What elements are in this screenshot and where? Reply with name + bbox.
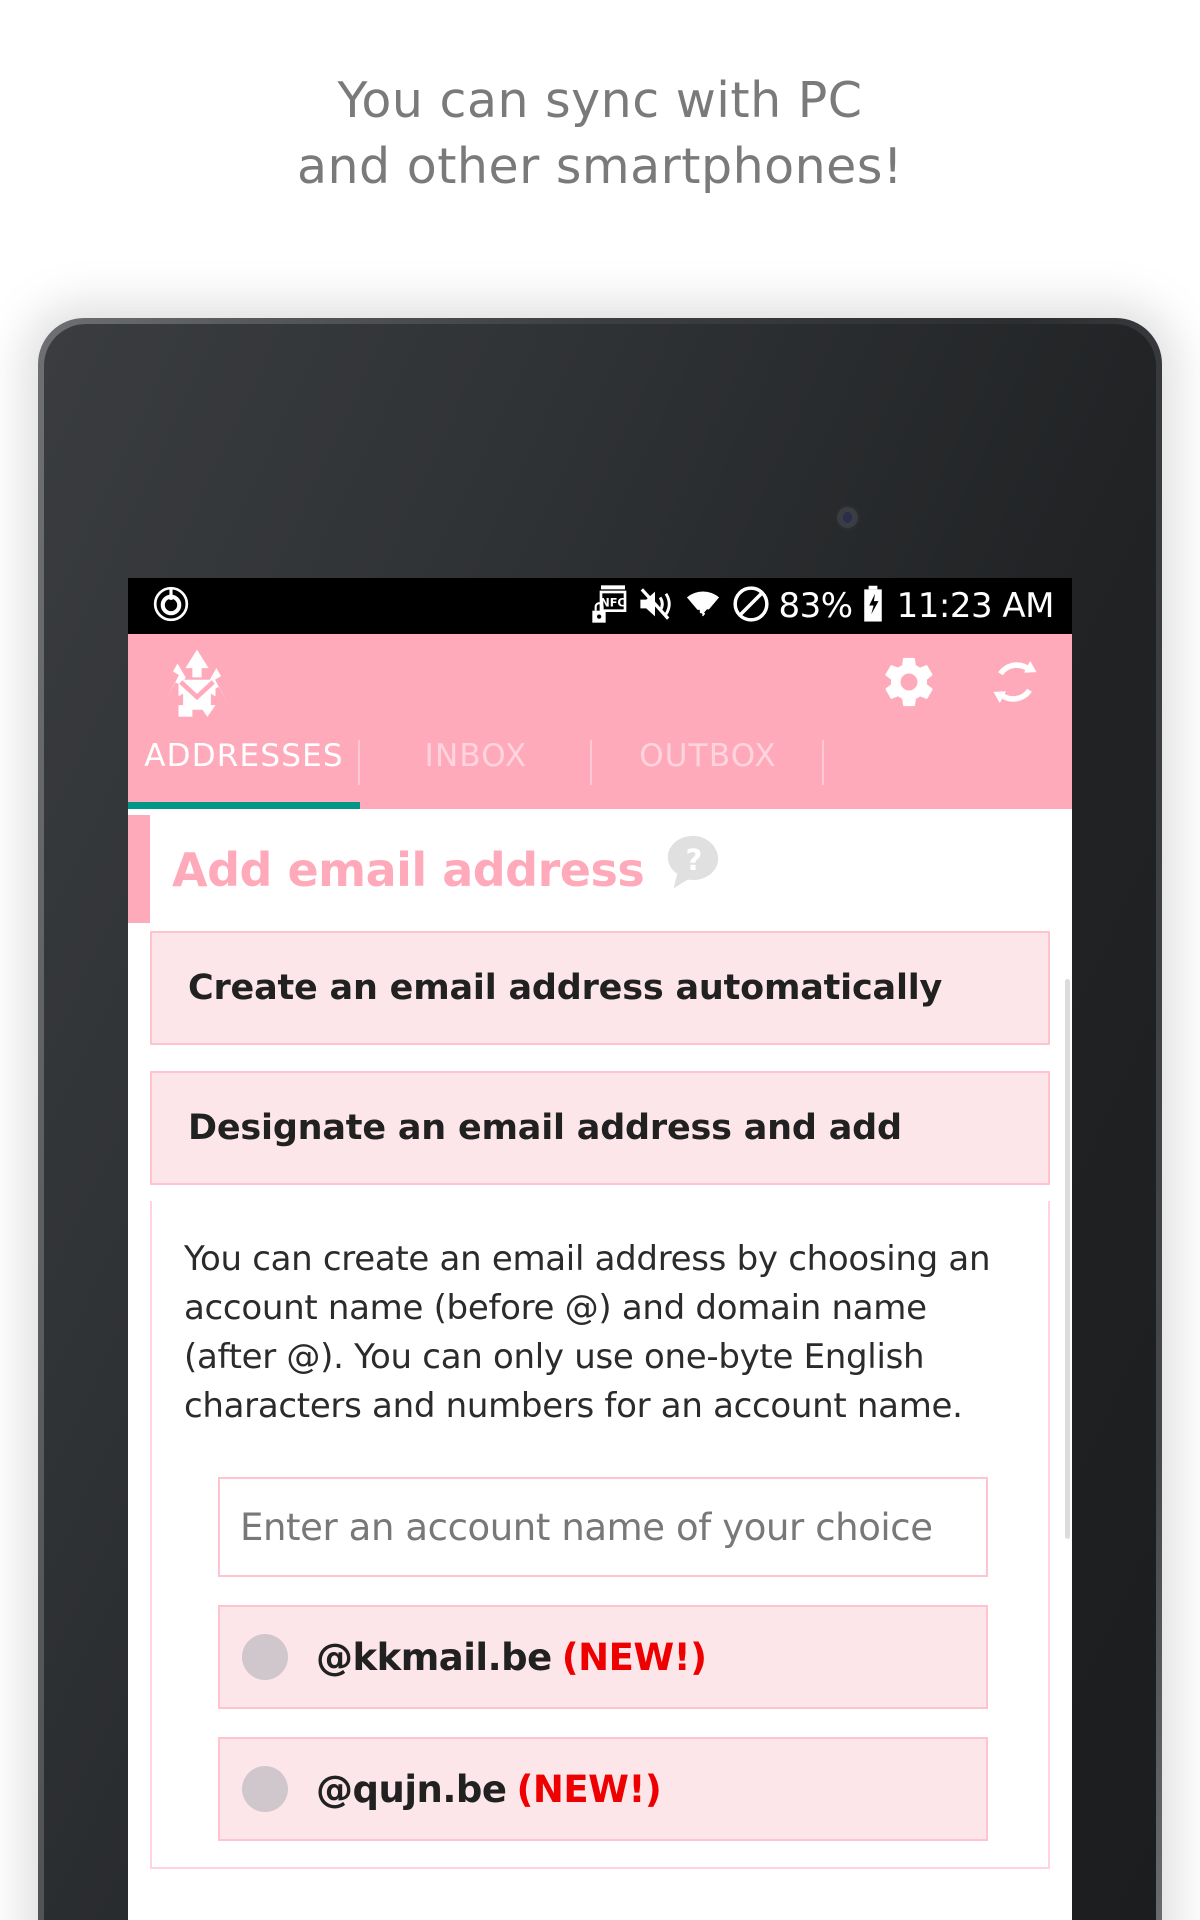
help-question-bubble-icon[interactable]: ? xyxy=(662,832,724,894)
battery-charging-icon xyxy=(862,585,884,627)
tab-bar: ADDRESSES INBOX OUTBOX xyxy=(128,730,1072,809)
vibrate-mute-icon xyxy=(636,585,674,627)
tab-addresses-label: ADDRESSES xyxy=(144,738,344,774)
promo-headline: You can sync with PC and other smartphon… xyxy=(0,68,1200,200)
description-text: You can create an email address by choos… xyxy=(184,1239,991,1426)
domain-name: @qujn.be xyxy=(316,1767,507,1811)
domain-option-label: @kkmail.be (NEW!) xyxy=(316,1636,707,1679)
account-name-placeholder: Enter an account name of your choice xyxy=(240,1505,933,1549)
section-header: Add email address ? xyxy=(128,809,1072,931)
domain-option-qujn[interactable]: @qujn.be (NEW!) xyxy=(218,1737,988,1841)
status-bar: NFC 83% 11:23 AM xyxy=(128,578,1072,634)
app-bar-actions xyxy=(880,653,1044,711)
gear-icon[interactable] xyxy=(880,653,938,711)
account-name-input[interactable]: Enter an account name of your choice xyxy=(218,1477,988,1577)
create-address-automatically-button[interactable]: Create an email address automatically xyxy=(150,931,1050,1045)
tab-outbox[interactable]: OUTBOX xyxy=(592,730,824,809)
content-area: Add email address ? Create an email addr… xyxy=(128,809,1072,1920)
description-panel: You can create an email address by choos… xyxy=(150,1201,1050,1869)
front-camera-icon xyxy=(835,505,860,530)
phone-screen: NFC 83% 11:23 AM ADDRESSES INBOX OUTBOX … xyxy=(128,578,1072,1920)
battery-percent-label: 83% xyxy=(778,586,854,626)
domain-option-kkmail[interactable]: @kkmail.be (NEW!) xyxy=(218,1605,988,1709)
svg-text:?: ? xyxy=(686,843,703,877)
tab-inbox[interactable]: INBOX xyxy=(360,730,592,809)
page-title: Add email address xyxy=(172,843,645,897)
recycle-mail-icon[interactable] xyxy=(160,645,234,719)
promo-line-1: You can sync with PC xyxy=(337,72,863,129)
tab-divider xyxy=(822,740,824,785)
power-sync-icon xyxy=(152,585,190,627)
do-not-disturb-icon xyxy=(732,585,770,627)
tab-outbox-label: OUTBOX xyxy=(639,738,777,774)
tab-inbox-label: INBOX xyxy=(424,738,528,774)
designate-address-label: Designate an email address and add xyxy=(188,1108,902,1148)
status-bar-right: NFC 83% 11:23 AM xyxy=(591,584,1055,628)
domain-option-label: @qujn.be (NEW!) xyxy=(316,1767,662,1811)
tab-addresses[interactable]: ADDRESSES xyxy=(128,730,360,809)
app-bar xyxy=(128,634,1072,730)
wifi-icon xyxy=(683,585,723,627)
content-scrollbar[interactable] xyxy=(1065,979,1070,1539)
status-bar-clock: 11:23 AM xyxy=(896,586,1055,626)
section-accent-bar xyxy=(128,815,150,923)
domain-new-badge: (NEW!) xyxy=(516,1767,662,1811)
domain-name: @kkmail.be xyxy=(316,1635,552,1679)
create-address-automatically-label: Create an email address automatically xyxy=(188,968,943,1008)
radio-button-icon[interactable] xyxy=(242,1766,288,1812)
sync-refresh-icon[interactable] xyxy=(986,653,1044,711)
promo-line-2: and other smartphones! xyxy=(296,138,904,195)
status-bar-left xyxy=(152,585,190,627)
domain-new-badge: (NEW!) xyxy=(561,1635,707,1679)
designate-address-button[interactable]: Designate an email address and add xyxy=(150,1071,1050,1185)
nfc-lock-icon: NFC xyxy=(591,584,627,628)
svg-text:NFC: NFC xyxy=(600,596,626,610)
radio-button-icon[interactable] xyxy=(242,1634,288,1680)
